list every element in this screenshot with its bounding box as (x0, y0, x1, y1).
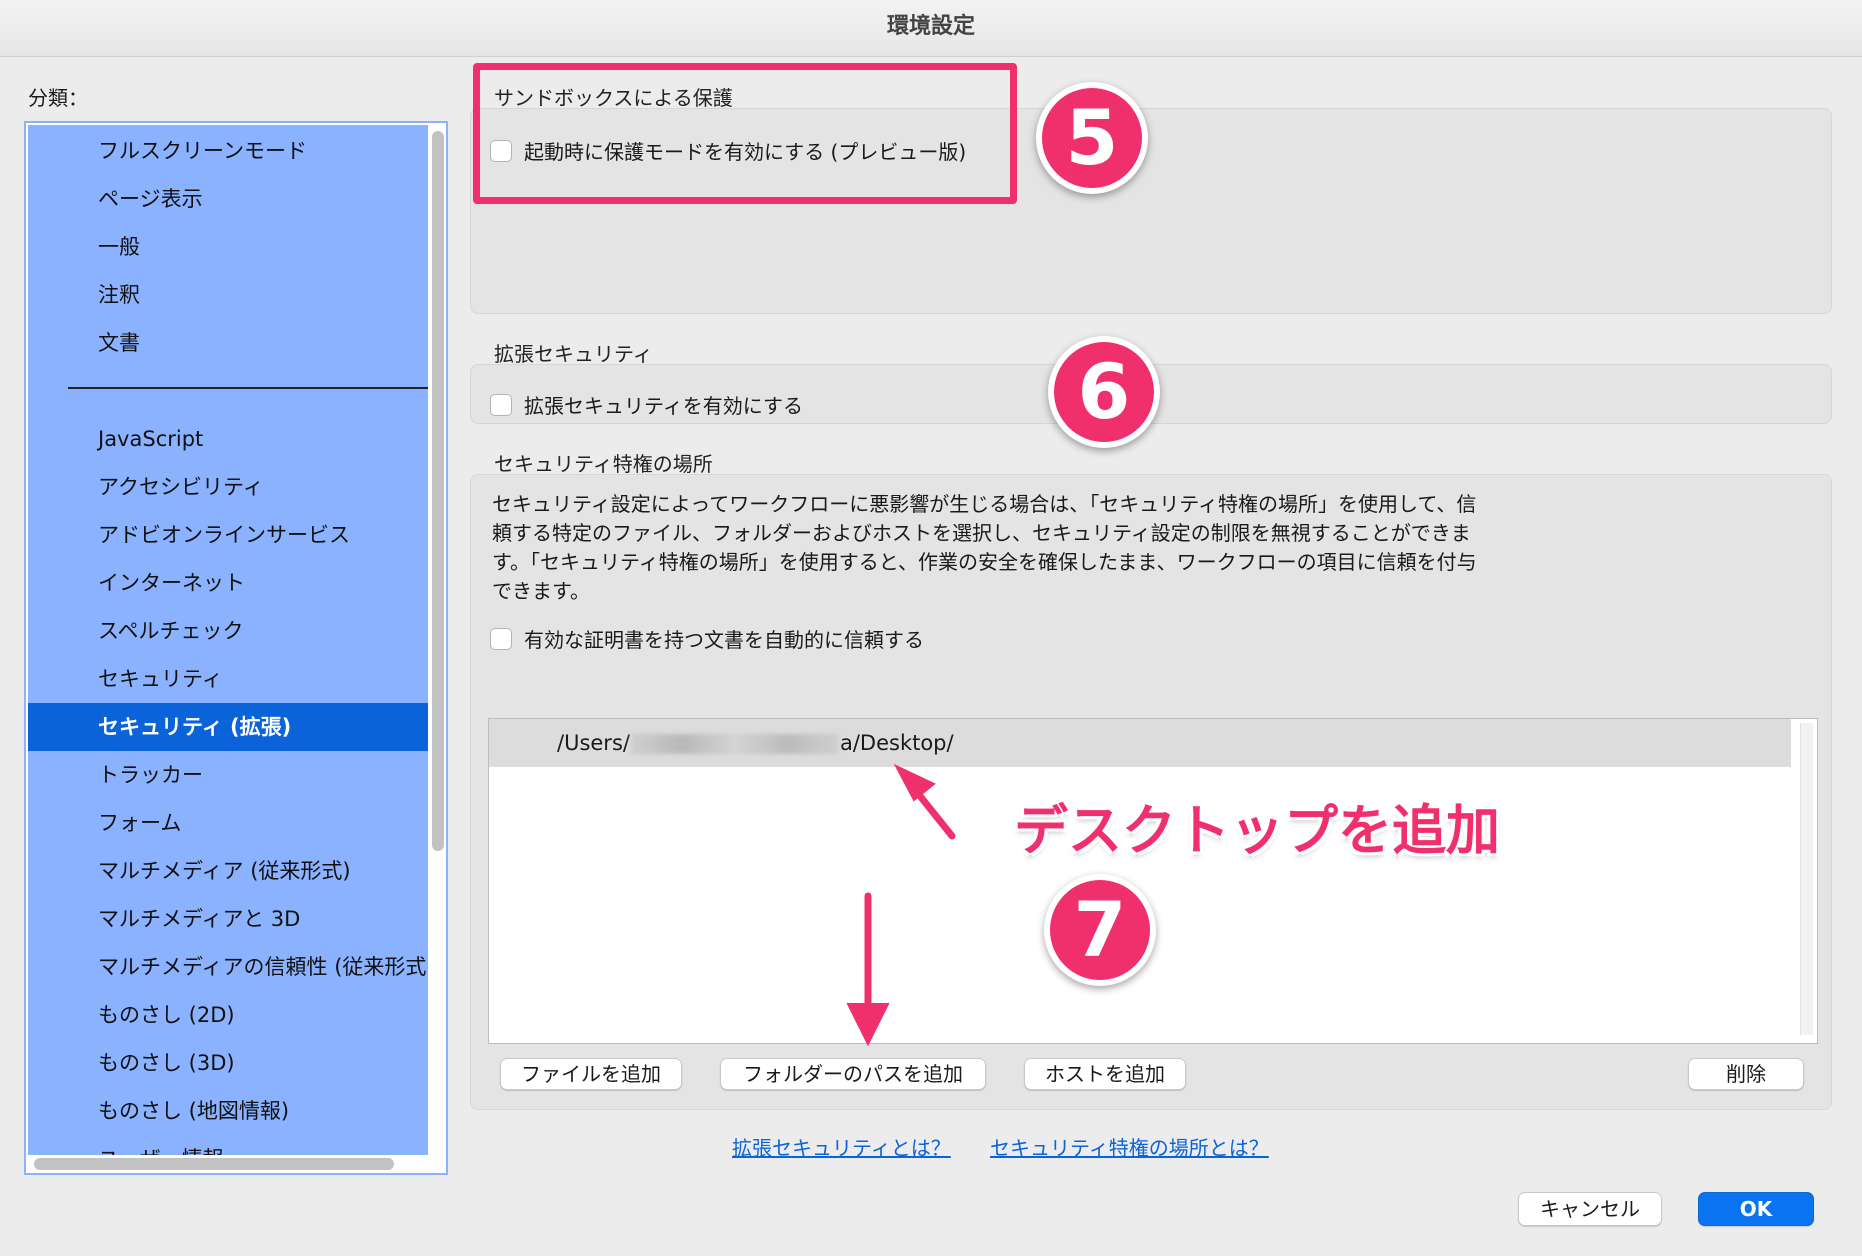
annotation-arrows (846, 763, 956, 1047)
arrow-to-button-head (846, 1003, 890, 1047)
arrow-to-path-head (893, 763, 936, 802)
